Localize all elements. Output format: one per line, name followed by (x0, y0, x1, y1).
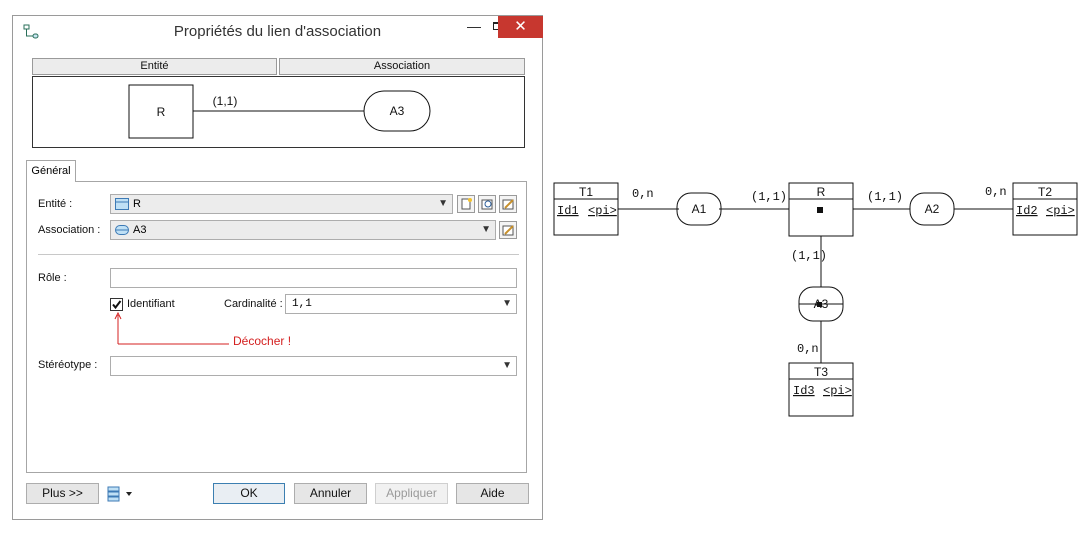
header-association-button[interactable]: Association (279, 58, 525, 75)
chevron-down-icon: ▼ (481, 224, 491, 235)
entity-t3[interactable]: T3 Id3 <pi> (788, 362, 854, 417)
apply-button[interactable]: Appliquer (375, 483, 448, 504)
association-a1[interactable]: A1 (676, 192, 722, 226)
preview-association-name: A3 (390, 104, 405, 118)
preview-cardinality: (1,1) (213, 94, 238, 108)
association-link-properties-dialog: Propriétés du lien d'association — ✕ Ent… (12, 15, 543, 520)
entity-t3-pi: <pi> (823, 384, 852, 398)
role-label: Rôle : (38, 272, 67, 284)
association-icon (115, 225, 129, 235)
association-a3-marker (817, 302, 822, 307)
ok-button[interactable]: OK (213, 483, 285, 504)
association-a2[interactable]: A2 (909, 192, 955, 226)
cardinality-r-a3: (1,1) (791, 249, 827, 263)
cancel-button[interactable]: Annuler (294, 483, 367, 504)
entity-select[interactable]: R ▼ (110, 194, 453, 214)
entity-select-value: R (133, 198, 141, 210)
association-a1-name: A1 (692, 202, 707, 216)
new-icon[interactable] (457, 195, 475, 213)
annotation-arrow (114, 312, 229, 345)
header-entity-button[interactable]: Entité (32, 58, 277, 75)
more-button[interactable]: Plus >> (26, 483, 99, 504)
entity-t2-pi: <pi> (1046, 204, 1075, 218)
cardinality-select[interactable]: 1,1 ▼ (285, 294, 517, 314)
chevron-down-icon: ▼ (438, 198, 448, 209)
association-a2-name: A2 (925, 202, 940, 216)
identifiant-label: Identifiant (127, 298, 175, 310)
entity-t2[interactable]: T2 Id2 <pi> (1012, 182, 1078, 236)
entity-r-name: R (817, 185, 826, 199)
role-input[interactable] (110, 268, 517, 288)
association-select-value: A3 (133, 224, 147, 236)
title-bar[interactable]: Propriétés du lien d'association — ✕ (13, 16, 543, 46)
stereotype-select[interactable]: ▼ (110, 356, 517, 376)
entity-t1-id: Id1 (557, 204, 579, 218)
entity-t1-name: T1 (579, 185, 593, 199)
close-icon[interactable]: ✕ (498, 16, 543, 38)
association-select[interactable]: A3 ▼ (110, 220, 496, 240)
identifiant-checkbox[interactable] (110, 298, 123, 311)
separator (38, 254, 519, 255)
properties-icon[interactable] (499, 221, 517, 239)
cardinality-r-a2: (1,1) (867, 190, 903, 204)
mcd-diagram: T1 Id1 <pi> A1 R A2 T2 Id2 <pi> A3 (553, 182, 1078, 417)
cardinality-a1-r: (1,1) (751, 190, 787, 204)
preview-diagram: R (1,1) A3 (128, 84, 431, 139)
minimize-icon[interactable]: — (463, 16, 485, 38)
entity-icon (115, 198, 129, 210)
stereotype-label: Stéréotype : (38, 359, 98, 371)
checkmark-icon (112, 300, 122, 310)
entity-r-marker (817, 207, 823, 213)
preview-entity-name: R (157, 105, 166, 119)
cardinality-t1-a1: 0,n (632, 187, 654, 201)
entity-t2-id: Id2 (1016, 204, 1038, 218)
properties-icon[interactable] (499, 195, 517, 213)
cardinality-select-value: 1,1 (292, 298, 312, 310)
list-icon[interactable] (106, 485, 136, 503)
link-preview: R (1,1) A3 (32, 76, 525, 148)
entity-r[interactable]: R (788, 182, 854, 237)
entity-t3-name: T3 (814, 365, 828, 379)
entity-label: Entité : (38, 198, 73, 210)
entity-t2-name: T2 (1038, 185, 1052, 199)
tab-general[interactable]: Général (26, 160, 76, 182)
cardinality-label: Cardinalité : (224, 298, 283, 310)
entity-t1-pi: <pi> (588, 204, 617, 218)
chevron-down-icon: ▼ (502, 298, 512, 309)
annotation-text: Décocher ! (233, 334, 292, 348)
association-a3[interactable]: A3 (798, 286, 844, 322)
entity-t3-id: Id3 (793, 384, 815, 398)
entity-t1[interactable]: T1 Id1 <pi> (553, 182, 619, 236)
cardinality-a2-t2: 0,n (985, 185, 1007, 199)
cardinality-a3-t3: 0,n (797, 342, 819, 356)
browse-icon[interactable] (478, 195, 496, 213)
help-button[interactable]: Aide (456, 483, 529, 504)
chevron-down-icon: ▼ (502, 360, 512, 371)
association-label: Association : (38, 224, 101, 236)
